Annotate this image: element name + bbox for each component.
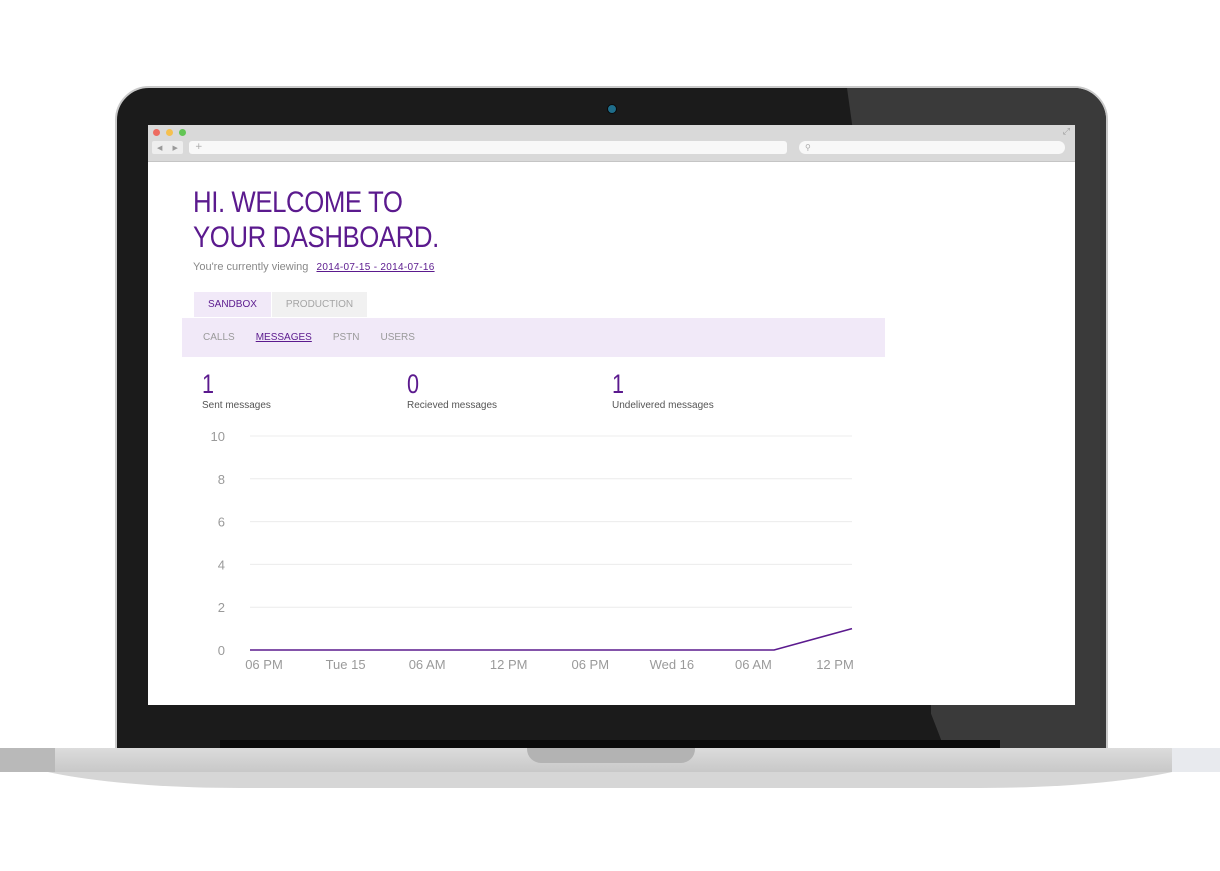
subnav-item-messages[interactable]: MESSAGES xyxy=(256,332,312,343)
browser-toolbar: ⤢ ◀ ▶ + ⚲ xyxy=(148,125,1075,162)
x-tick-label: 06 AM xyxy=(735,657,772,672)
subnav-item-calls[interactable]: CALLS xyxy=(203,332,235,343)
date-range-link[interactable]: 2014-07-15 - 2014-07-16 xyxy=(316,262,434,273)
section-subnav: CALLS MESSAGES PSTN USERS xyxy=(182,318,885,357)
stat-received: 0 Recieved messages xyxy=(407,370,497,411)
stat-sent-value: 1 xyxy=(202,369,215,399)
stat-undelivered: 1 Undelivered messages xyxy=(612,370,714,411)
page-title-line-1: HI. WELCOME TO xyxy=(193,186,403,219)
browser-search-bar[interactable]: ⚲ xyxy=(799,141,1065,154)
minimize-window-icon[interactable] xyxy=(166,129,173,136)
x-tick-label: 06 PM xyxy=(245,657,283,672)
y-tick-label: 2 xyxy=(218,600,225,615)
y-tick-label: 8 xyxy=(218,472,225,487)
address-bar-text: + xyxy=(195,142,203,152)
environment-tabs: SANDBOX PRODUCTION xyxy=(194,292,368,317)
x-tick-label: 12 PM xyxy=(816,657,854,672)
y-tick-label: 10 xyxy=(211,429,225,444)
fullscreen-icon[interactable]: ⤢ xyxy=(1063,127,1070,137)
stat-received-label: Recieved messages xyxy=(407,400,498,411)
laptop-notch xyxy=(527,748,695,763)
x-tick-label: 06 AM xyxy=(409,657,446,672)
y-tick-label: 0 xyxy=(218,643,225,658)
laptop-base-right-edge xyxy=(1172,748,1220,772)
stat-sent-label: Sent messages xyxy=(202,400,271,411)
x-tick-label: 12 PM xyxy=(490,657,528,672)
subnav-item-users[interactable]: USERS xyxy=(381,332,415,343)
messages-line-chart: 0 2 4 6 8 10 06 PM Tue 15 06 AM 12 PM 06 PM Wed 16 0… xyxy=(211,429,854,672)
maximize-window-icon[interactable] xyxy=(179,129,186,136)
laptop-base-left-edge xyxy=(0,748,55,772)
search-icon: ⚲ xyxy=(805,143,811,152)
y-tick-label: 4 xyxy=(218,557,225,572)
date-range-row: You're currently viewing 2014-07-15 - 20… xyxy=(193,261,435,273)
browser-window: ⤢ ◀ ▶ + ⚲ HI. WELCOME TO YOUR DASHBOARD.… xyxy=(148,125,1075,705)
x-tick-label: 06 PM xyxy=(571,657,609,672)
page-title: HI. WELCOME TO YOUR DASHBOARD. xyxy=(193,185,439,255)
tab-sandbox[interactable]: SANDBOX xyxy=(194,292,271,317)
back-arrow-icon[interactable]: ◀ xyxy=(157,144,162,152)
address-bar[interactable]: + xyxy=(189,141,787,154)
laptop-hinge xyxy=(220,740,1000,748)
subnav-item-pstn[interactable]: PSTN xyxy=(333,332,360,343)
camera-icon xyxy=(607,104,617,114)
stat-received-value: 0 xyxy=(407,369,420,399)
browser-nav-buttons: ◀ ▶ xyxy=(152,141,183,154)
x-tick-label: Wed 16 xyxy=(650,657,695,672)
y-tick-label: 6 xyxy=(218,515,225,530)
x-tick-label: Tue 15 xyxy=(326,657,366,672)
close-window-icon[interactable] xyxy=(153,129,160,136)
page-title-line-2: YOUR DASHBOARD. xyxy=(193,221,439,254)
stat-undelivered-label: Undelivered messages xyxy=(612,400,714,411)
forward-arrow-icon[interactable]: ▶ xyxy=(173,144,178,152)
viewing-label: You're currently viewing xyxy=(193,261,309,273)
tab-production[interactable]: PRODUCTION xyxy=(271,292,368,317)
series-line xyxy=(250,627,853,651)
stat-undelivered-value: 1 xyxy=(612,369,625,399)
stat-sent: 1 Sent messages xyxy=(202,370,271,411)
